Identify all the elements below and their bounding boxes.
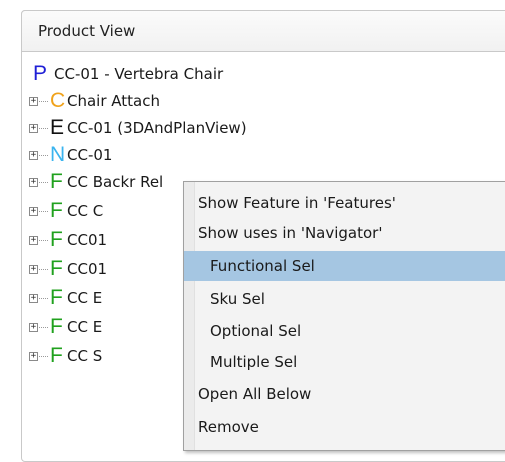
tree-node[interactable]: + N CC-01 (0, 143, 330, 167)
node-type-icon: C (50, 89, 66, 112)
tree-connector (39, 356, 48, 357)
menu-item-label: Functional Sel (210, 257, 315, 275)
node-type-icon: F (50, 315, 63, 338)
menu-item-show-feature[interactable]: Show Feature in 'Features' (184, 188, 505, 218)
menu-item-sku-sel[interactable]: Sku Sel (184, 284, 505, 314)
tree-node-label: CC Backr Rel (67, 173, 164, 191)
menu-item-open-all-below[interactable]: Open All Below (184, 379, 505, 409)
expand-icon[interactable]: + (29, 323, 38, 332)
tree-connector (39, 128, 48, 129)
menu-item-remove[interactable]: Remove (184, 412, 505, 442)
tree-node-label: CC-01 (67, 146, 113, 164)
tree-node-label: CC-01 (3DAndPlanView) (67, 119, 247, 137)
tree-connector (39, 155, 48, 156)
menu-item-label: Show uses in 'Navigator' (198, 224, 383, 242)
expand-icon[interactable]: + (29, 236, 38, 245)
tree-node-label: CC E (67, 289, 103, 307)
tree-connector (39, 101, 48, 102)
node-type-icon: F (50, 199, 63, 222)
node-type-icon: N (50, 143, 66, 166)
tree-node[interactable]: + C Chair Attach (0, 89, 330, 113)
tree-connector (39, 211, 48, 212)
expand-icon[interactable]: + (29, 294, 38, 303)
menu-item-label: Show Feature in 'Features' (198, 194, 396, 212)
tree-node-label: CC E (67, 318, 103, 336)
expand-icon[interactable]: + (29, 207, 38, 216)
tree-connector (39, 269, 48, 270)
tree-node[interactable]: + E CC-01 (3DAndPlanView) (0, 116, 330, 140)
expand-icon[interactable]: + (29, 97, 38, 106)
menu-item-label: Open All Below (198, 385, 312, 403)
menu-item-show-uses[interactable]: Show uses in 'Navigator' (184, 218, 505, 248)
menu-item-functional-sel[interactable]: Functional Sel (184, 251, 505, 281)
tree-root-label: CC-01 - Vertebra Chair (54, 65, 224, 83)
expand-icon[interactable]: + (29, 124, 38, 133)
expand-icon[interactable]: + (29, 151, 38, 160)
tree-connector (39, 327, 48, 328)
node-type-icon: E (50, 116, 65, 139)
tree-root[interactable]: P CC-01 - Vertebra Chair (33, 62, 333, 86)
tree-connector (39, 182, 48, 183)
node-type-icon: F (50, 170, 63, 193)
menu-item-optional-sel[interactable]: Optional Sel (184, 316, 505, 346)
menu-item-label: Remove (198, 418, 259, 436)
expand-icon[interactable]: + (29, 352, 38, 361)
node-type-icon: F (50, 286, 63, 309)
tree-node-label: CC01 (67, 260, 108, 278)
tree-connector (39, 298, 48, 299)
menu-item-label: Optional Sel (210, 322, 302, 340)
tree-node-label: CC01 (67, 231, 108, 249)
expand-icon[interactable]: + (29, 178, 38, 187)
panel-title: Product View (38, 22, 136, 40)
tree-node-label: CC S (67, 347, 103, 365)
tree-node-label: Chair Attach (67, 92, 160, 110)
tree-connector (39, 240, 48, 241)
expand-icon[interactable]: + (29, 265, 38, 274)
node-type-icon: F (50, 344, 63, 367)
node-type-icon: F (50, 257, 63, 280)
menu-item-label: Multiple Sel (210, 353, 298, 371)
node-type-icon: F (50, 228, 63, 251)
product-type-icon: P (33, 62, 48, 85)
context-menu: Show Feature in 'Features' Show uses in … (183, 181, 505, 451)
menu-item-label: Sku Sel (210, 290, 265, 308)
menu-item-multiple-sel[interactable]: Multiple Sel (184, 347, 505, 377)
tree-node-label: CC C (67, 202, 104, 220)
